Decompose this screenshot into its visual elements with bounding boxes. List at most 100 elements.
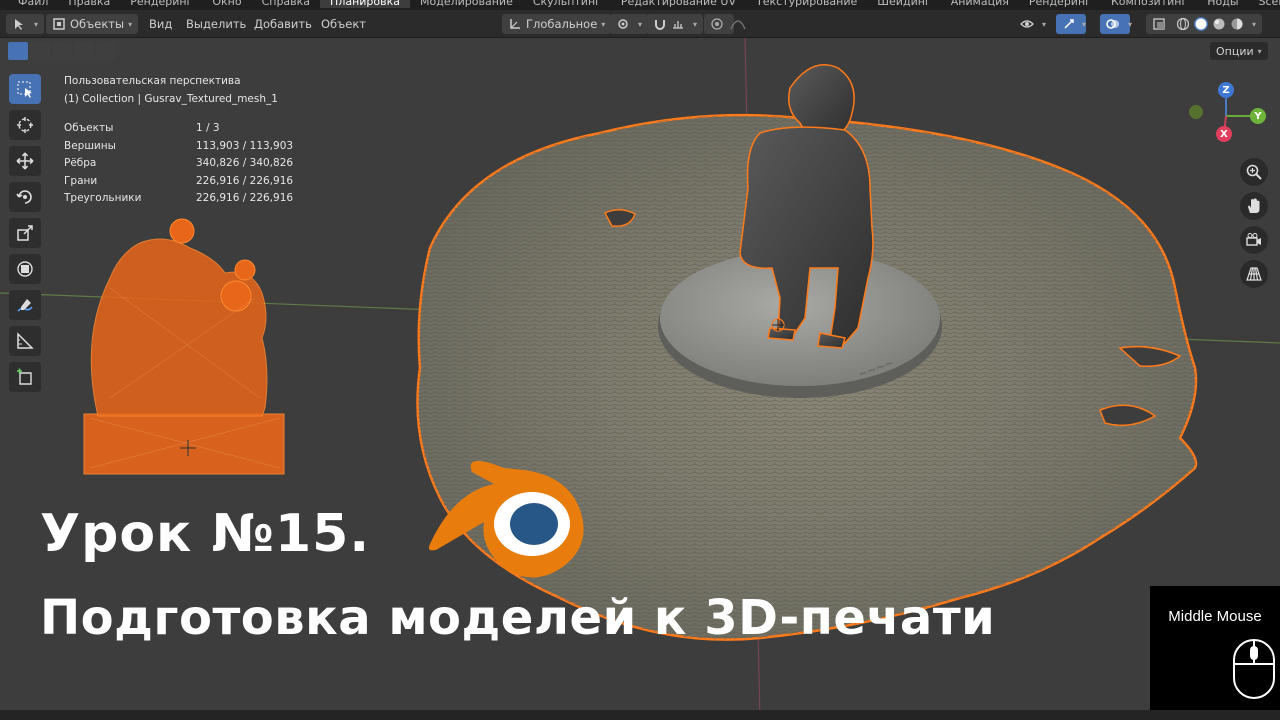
overlays-dropdown[interactable]: ▾ xyxy=(1124,14,1132,34)
active-collection-label: (1) Collection | Gusrav_Textured_mesh_1 xyxy=(64,92,278,105)
visibility-select[interactable]: ▾ xyxy=(1020,14,1046,34)
menu-item[interactable]: Анимация xyxy=(941,0,1019,8)
orientation-select[interactable]: Глобальное ▾ xyxy=(502,14,612,34)
select-box-icon xyxy=(17,81,32,98)
add-cube-tool[interactable] xyxy=(9,362,41,392)
select-new-button[interactable] xyxy=(8,42,28,60)
select-invert-button[interactable] xyxy=(74,42,94,60)
xray-icon xyxy=(1152,17,1166,31)
transform-icon xyxy=(17,261,33,277)
pan-button[interactable] xyxy=(1240,192,1268,220)
object-mode-icon xyxy=(52,17,66,31)
wireframe-shading-icon[interactable] xyxy=(1176,17,1190,31)
key-hint-label: Middle Mouse xyxy=(1168,608,1262,625)
scale-tool[interactable] xyxy=(9,218,41,248)
menu-items: Файл Правка Рендеринг Окно Справка Планировка… xyxy=(8,0,1280,8)
select-extend-button[interactable] xyxy=(30,42,50,60)
zoom-button[interactable] xyxy=(1240,158,1268,186)
rendered-shading-icon[interactable] xyxy=(1230,17,1244,31)
top-menu-bar: Файл Правка Рендеринг Окно Справка Планировка… xyxy=(0,0,1280,10)
stat-label: Грани xyxy=(64,174,98,187)
move-tool[interactable] xyxy=(9,146,41,176)
menu-item[interactable]: Планировка xyxy=(320,0,411,8)
menu-item[interactable]: Правка xyxy=(58,0,120,8)
viewport-info-overlay: Пользовательская перспектива (1) Collect… xyxy=(64,73,293,208)
select-menu[interactable]: Выделить xyxy=(186,14,246,34)
gizmo-dropdown[interactable]: ▾ xyxy=(1078,14,1086,34)
solid-shading-icon[interactable] xyxy=(1194,17,1208,31)
navigation-controls xyxy=(1240,158,1270,294)
select-box-tool[interactable] xyxy=(9,74,41,104)
gizmo-z-axis[interactable]: Z xyxy=(1218,82,1234,98)
select-subtract-button[interactable] xyxy=(52,42,72,60)
stat-label: Треугольники xyxy=(64,192,142,204)
perspective-toggle-button[interactable] xyxy=(1240,260,1268,288)
gizmo-x-axis[interactable]: X xyxy=(1216,126,1232,142)
tool-settings-button[interactable]: ▾ xyxy=(6,14,45,34)
stat-row: Объекты 1 / 3 xyxy=(64,120,293,138)
menu-item[interactable]: Рендеринг xyxy=(1019,0,1101,8)
stat-value: 113,903 / 113,903 xyxy=(196,139,294,152)
lesson-title: Урок №15. xyxy=(40,504,371,564)
menu-item[interactable]: Скульптинг xyxy=(523,0,611,8)
orientation-label: Глобальное xyxy=(526,17,598,31)
add-cube-icon xyxy=(17,368,32,385)
stat-row: Вершины 113,903 / 113,903 xyxy=(64,138,293,156)
move-icon xyxy=(16,152,34,170)
view-menu[interactable]: Вид xyxy=(149,14,172,34)
shading-modes[interactable]: ▾ xyxy=(1170,14,1263,34)
menu-item[interactable]: Ноды xyxy=(1197,0,1248,8)
gizmo-icon xyxy=(1062,17,1076,31)
measure-tool[interactable] xyxy=(9,326,41,356)
stat-row: Треугольники 226,916 / 226,916 xyxy=(64,190,293,208)
zoom-icon xyxy=(1246,164,1262,180)
selected-wireframe-object xyxy=(83,218,285,475)
camera-view-button[interactable] xyxy=(1240,226,1268,254)
menu-item[interactable]: Текстурирование xyxy=(746,0,867,8)
select-intersect-button[interactable] xyxy=(96,42,116,60)
3d-cursor-icon xyxy=(17,117,33,133)
stat-label: Вершины xyxy=(64,139,116,152)
menu-item[interactable]: Справка xyxy=(252,0,320,8)
annotate-icon xyxy=(17,299,33,312)
eye-icon xyxy=(1020,17,1034,31)
toolbar-left xyxy=(9,74,43,398)
add-menu[interactable]: Добавить xyxy=(254,14,312,34)
menu-item[interactable]: Scene xyxy=(1249,0,1280,8)
menu-item[interactable]: Файл xyxy=(8,0,58,8)
mouse-icon xyxy=(1233,639,1275,699)
overlays-icon xyxy=(1106,17,1120,31)
cursor-icon xyxy=(12,17,26,31)
magnet-icon xyxy=(653,17,667,31)
falloff-icon[interactable] xyxy=(730,14,746,34)
options-dropdown[interactable]: Опции ▾ xyxy=(1210,42,1268,60)
mode-select[interactable]: Объекты ▾ xyxy=(46,14,139,34)
menu-item[interactable]: Окно xyxy=(202,0,251,8)
stat-label: Рёбра xyxy=(64,157,97,169)
stat-value: 226,916 / 226,916 xyxy=(196,192,294,204)
cursor-tool[interactable] xyxy=(9,110,41,140)
snap-toggle[interactable]: ▾ xyxy=(647,14,704,34)
rotate-tool[interactable] xyxy=(9,182,41,212)
rotate-icon xyxy=(16,190,32,204)
menu-item[interactable]: Композитинг xyxy=(1101,0,1197,8)
gizmo-y-axis[interactable]: Y xyxy=(1250,108,1266,124)
viewport-header: ▾ Объекты ▾ Вид Выделить Добавить Объект … xyxy=(0,10,1280,38)
grid-perspective-icon xyxy=(1246,267,1262,281)
menu-item[interactable]: Редактирование UV xyxy=(611,0,746,8)
transform-tool[interactable] xyxy=(9,254,41,284)
pivot-select[interactable]: ▾ xyxy=(610,14,649,34)
blender-logo xyxy=(428,460,584,578)
view-perspective-label: Пользовательская перспектива xyxy=(64,75,241,87)
menu-item[interactable]: Моделирование xyxy=(410,0,523,8)
menu-item[interactable]: Шейдинг xyxy=(867,0,940,8)
annotate-tool[interactable] xyxy=(9,290,41,320)
mode-label: Объекты xyxy=(70,17,125,31)
menu-item[interactable]: Рендеринг xyxy=(120,0,202,8)
measure-icon xyxy=(17,332,34,349)
lesson-subtitle: Подготовка моделей к 3D-печати xyxy=(40,590,996,646)
material-shading-icon[interactable] xyxy=(1212,17,1226,31)
scale-icon xyxy=(17,225,33,241)
status-bar xyxy=(0,710,1280,720)
object-menu[interactable]: Объект xyxy=(321,14,366,34)
